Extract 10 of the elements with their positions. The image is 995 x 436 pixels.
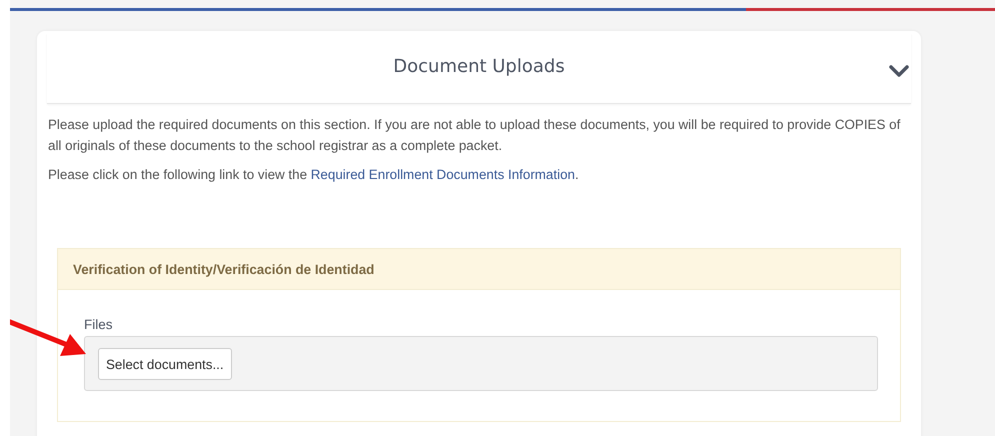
intro-text: Please upload the required documents on this section. If you are not able to upload these documents, you will be required to provide COPIES of all originals of these documents to the school registrar as a complete packet. — [48, 116, 902, 155]
section-header[interactable]: Document Uploads — [47, 33, 911, 104]
chevron-icon[interactable] — [889, 65, 909, 77]
file-dropzone[interactable]: Select documents... — [84, 336, 878, 391]
documents-link[interactable]: Required Enrollment Documents Information — [310, 167, 575, 182]
select-documents-button[interactable]: Select documents... — [98, 348, 232, 380]
link-sentence: Please click on the following link to view the Required Enrollment Documents Information. — [48, 166, 580, 184]
section-title: Document Uploads — [393, 56, 565, 76]
panel-title: Verification of Identity/Verificación de Identidad — [73, 262, 374, 276]
files-label: Files — [84, 317, 114, 332]
